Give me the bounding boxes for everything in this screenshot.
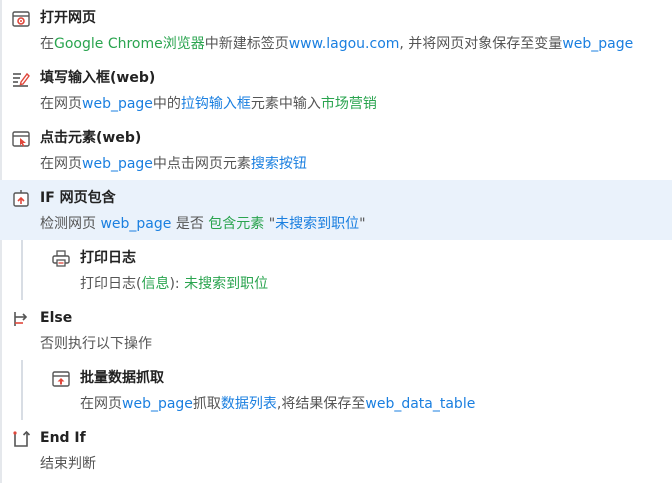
step-title: IF 网页包含 [40,190,116,206]
step-description: 在网页web_page中点击网页元素搜索按钮 [40,156,307,172]
element-value[interactable]: 搜索按钮 [251,156,307,172]
browser-value[interactable]: Google Chrome浏览器 [54,36,205,52]
step-title: 打开网页 [40,10,96,26]
variable-value[interactable]: web_page [82,156,153,172]
step-title: 点击元素(web) [40,130,142,146]
browser-icon [11,9,31,29]
condition-value[interactable]: 包含元素 [208,216,264,232]
step-description: 在网页web_page中的拉钩输入框元素中输入市场营销 [40,96,377,112]
step-description: 否则执行以下操作 [40,336,152,352]
else-branch-icon [11,309,31,329]
element-value[interactable]: 数据列表 [221,396,277,412]
step-description: 打印日志(信息): 未搜索到职位 [80,276,269,292]
if-condition-icon [11,189,31,209]
step-title: 打印日志 [80,250,136,266]
step-description: 在Google Chrome浏览器中新建标签页www.lagou.com, 并将… [40,36,634,52]
end-if-icon [11,429,31,449]
step-batch-scrape[interactable]: 批量数据抓取 在网页web_page抓取数据列表,将结果保存至web_data_… [0,360,672,420]
text-value[interactable]: 市场营销 [321,96,377,112]
step-open-webpage[interactable]: 打开网页 在Google Chrome浏览器中新建标签页www.lagou.co… [0,0,672,60]
step-title: End If [40,430,86,446]
variable-value[interactable]: web_page [82,96,153,112]
click-icon [11,129,31,149]
url-value[interactable]: www.lagou.com [289,36,400,52]
result-variable-value[interactable]: web_data_table [365,396,475,412]
data-scrape-icon [51,369,71,389]
step-description: 检测网页 web_page 是否 包含元素 "未搜索到职位" [40,216,366,232]
step-title: Else [40,310,73,326]
variable-value[interactable]: web_page [122,396,193,412]
step-description: 在网页web_page抓取数据列表,将结果保存至web_data_table [80,396,476,412]
edit-input-icon [11,69,31,89]
step-print-log[interactable]: 打印日志 打印日志(信息): 未搜索到职位 [0,240,672,300]
variable-value[interactable]: web_page [100,216,171,232]
log-level-value[interactable]: 信息 [141,276,169,292]
step-fill-input[interactable]: 填写输入框(web) 在网页web_page中的拉钩输入框元素中输入市场营销 [0,60,672,120]
log-message-value[interactable]: 未搜索到职位 [184,276,268,292]
step-end-if[interactable]: End If 结束判断 [0,420,672,480]
step-title: 填写输入框(web) [40,70,156,86]
step-title: 批量数据抓取 [80,370,164,386]
step-else[interactable]: Else 否则执行以下操作 [0,300,672,360]
printer-icon [51,249,71,269]
step-if-contains[interactable]: IF 网页包含 检测网页 web_page 是否 包含元素 "未搜索到职位" [0,180,672,240]
variable-value[interactable]: web_page [562,36,633,52]
element-value[interactable]: 拉钩输入框 [181,96,251,112]
step-description: 结束判断 [40,456,96,472]
element-value[interactable]: 未搜索到职位 [275,216,359,232]
step-click-element[interactable]: 点击元素(web) 在网页web_page中点击网页元素搜索按钮 [0,120,672,180]
